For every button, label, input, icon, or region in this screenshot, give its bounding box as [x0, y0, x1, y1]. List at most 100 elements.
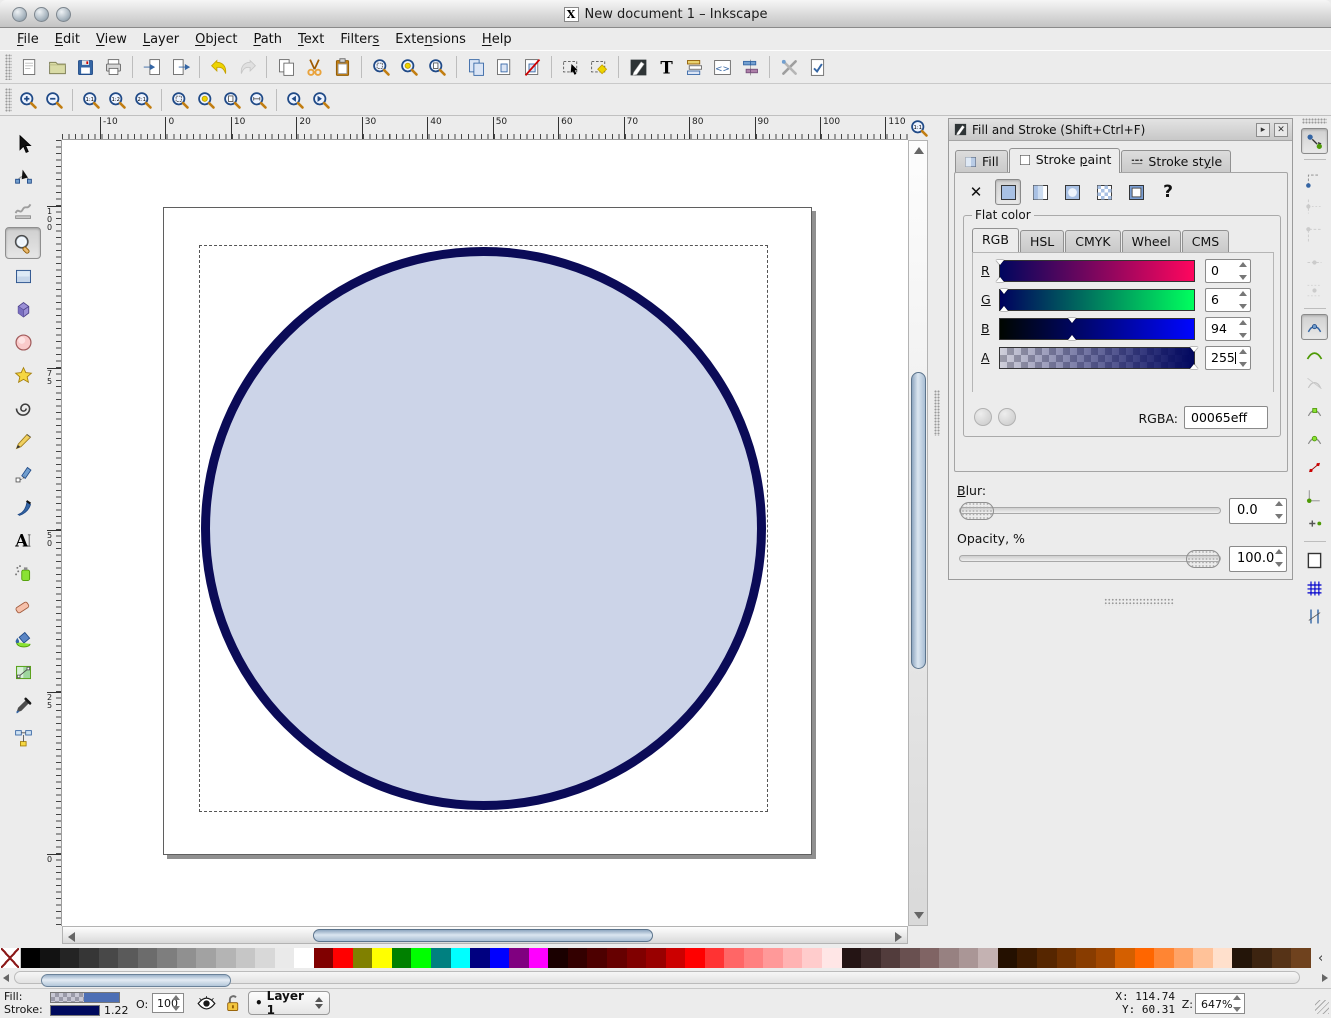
- palette-swatch[interactable]: [783, 948, 803, 968]
- palette-swatch[interactable]: [685, 948, 705, 968]
- palette-swatch[interactable]: [822, 948, 842, 968]
- palette-swatch-none[interactable]: [0, 948, 21, 968]
- palette-swatch[interactable]: [842, 948, 862, 968]
- snap-bbox-edges-button[interactable]: [1301, 193, 1328, 219]
- node-tool-button[interactable]: [5, 161, 41, 193]
- snap-guides-button[interactable]: [1301, 603, 1328, 629]
- snap-page-border-button[interactable]: [1301, 547, 1328, 573]
- palette-swatch[interactable]: [1213, 948, 1233, 968]
- palette-swatch[interactable]: [666, 948, 686, 968]
- snapbar-grip[interactable]: [1302, 118, 1327, 124]
- palette-swatch[interactable]: [1174, 948, 1194, 968]
- opacity-spinbox[interactable]: 100.0: [1229, 546, 1287, 572]
- menu-filters[interactable]: Filters: [333, 30, 386, 49]
- menu-extensions[interactable]: Extensions: [388, 30, 473, 49]
- deselect-button[interactable]: [585, 53, 613, 81]
- snap-others-button[interactable]: [1301, 510, 1328, 536]
- object-opacity-spinbox[interactable]: 100: [152, 993, 184, 1013]
- snap-bounding-box-button[interactable]: [1301, 165, 1328, 191]
- palette-scrollbar[interactable]: [0, 968, 1331, 988]
- blur-slider[interactable]: [959, 507, 1221, 514]
- palette-swatch[interactable]: [1232, 948, 1252, 968]
- unlink-clone-button[interactable]: [518, 53, 546, 81]
- palette-scroll-track[interactable]: [14, 971, 1300, 984]
- snap-smooth-nodes-button[interactable]: [1301, 426, 1328, 452]
- palette-swatch[interactable]: [724, 948, 744, 968]
- zoom-2-1-button[interactable]: 2:1: [130, 87, 156, 113]
- rgba-input[interactable]: 00065eff: [1184, 406, 1268, 429]
- scroll-right-arrow[interactable]: [895, 932, 902, 942]
- palette-swatch[interactable]: [177, 948, 197, 968]
- zoom-drawing-button[interactable]: [193, 87, 219, 113]
- snap-to-paths-button[interactable]: [1301, 342, 1328, 368]
- palette-swatch[interactable]: [196, 948, 216, 968]
- r-spinbox[interactable]: 0: [1205, 259, 1251, 283]
- palette-swatch[interactable]: [118, 948, 138, 968]
- unknown-paint-button[interactable]: ?: [1155, 179, 1181, 205]
- menu-file[interactable]: File: [10, 30, 46, 49]
- opacity-slider-handle[interactable]: [1186, 550, 1220, 568]
- panel-close-button[interactable]: ✕: [1274, 123, 1288, 137]
- palette-swatch[interactable]: [627, 948, 647, 968]
- zoom-tool-button[interactable]: [5, 227, 41, 259]
- palette-swatch[interactable]: [392, 948, 412, 968]
- palette-swatch[interactable]: [275, 948, 295, 968]
- palette-swatch[interactable]: [1193, 948, 1213, 968]
- flat-color-button[interactable]: [995, 179, 1021, 205]
- fill-indicator[interactable]: [50, 992, 120, 1003]
- tab-stroke-paint[interactable]: Stroke paint: [1009, 148, 1121, 173]
- a-slider[interactable]: [999, 347, 1195, 369]
- snap-path-intersections-button[interactable]: [1301, 370, 1328, 396]
- palette-scroll-left-arrow[interactable]: [3, 974, 9, 982]
- select-all-button[interactable]: [557, 53, 585, 81]
- dock-splitter[interactable]: [928, 116, 944, 948]
- zoom-out-button[interactable]: [41, 87, 67, 113]
- palette-swatch[interactable]: [646, 948, 666, 968]
- zoom-1-1-button[interactable]: 1:1: [78, 87, 104, 113]
- zoom-to-fit-page-button[interactable]: [423, 53, 451, 81]
- palette-swatch[interactable]: [587, 948, 607, 968]
- palette-swatch[interactable]: [294, 948, 314, 968]
- zoom-page-button[interactable]: [219, 87, 245, 113]
- canvas-viewport[interactable]: [62, 140, 908, 926]
- import-bitmap-button[interactable]: [138, 53, 166, 81]
- scroll-up-arrow[interactable]: [914, 147, 924, 154]
- pattern-button[interactable]: [1091, 179, 1117, 205]
- panel-resize-grip[interactable]: [1104, 598, 1174, 606]
- menu-object[interactable]: Object: [188, 30, 244, 49]
- menu-layer[interactable]: Layer: [136, 30, 186, 49]
- g-slider[interactable]: [999, 289, 1195, 311]
- quick-zoom-button[interactable]: 1:1: [908, 116, 930, 140]
- bezier-tool-button[interactable]: [5, 458, 41, 490]
- palette-swatch[interactable]: [1057, 948, 1077, 968]
- zoom-in-button[interactable]: [15, 87, 41, 113]
- snap-nodes-paths-button[interactable]: [1301, 314, 1328, 340]
- palette-swatch[interactable]: [900, 948, 920, 968]
- palette-swatch[interactable]: [705, 948, 725, 968]
- palette-swatch[interactable]: [1115, 948, 1135, 968]
- color-tab-rgb[interactable]: RGB: [972, 228, 1019, 252]
- palette-swatch[interactable]: [568, 948, 588, 968]
- tab-stroke-style[interactable]: Stroke style: [1121, 150, 1231, 173]
- palette-swatch[interactable]: [607, 948, 627, 968]
- undo-button[interactable]: [205, 53, 233, 81]
- cut-button[interactable]: [300, 53, 328, 81]
- copy-button[interactable]: [272, 53, 300, 81]
- palette-swatch[interactable]: [1291, 948, 1311, 968]
- layer-visibility-icon[interactable]: [196, 993, 217, 1014]
- horizontal-scroll-thumb[interactable]: [313, 929, 653, 942]
- menu-edit[interactable]: Edit: [48, 30, 87, 49]
- spray-tool-button[interactable]: [5, 557, 41, 589]
- zoom-next-button[interactable]: [308, 87, 334, 113]
- snap-bbox-corners-button[interactable]: [1301, 221, 1328, 247]
- vertical-ruler[interactable]: 1007550250: [46, 140, 62, 926]
- palette-swatch[interactable]: [1017, 948, 1037, 968]
- a-spinbox[interactable]: 255: [1205, 346, 1251, 370]
- palette-swatch[interactable]: [978, 948, 998, 968]
- open-document-button[interactable]: [43, 53, 71, 81]
- document-properties-button[interactable]: [803, 53, 831, 81]
- horizontal-scrollbar[interactable]: [62, 926, 908, 944]
- palette-swatch[interactable]: [216, 948, 236, 968]
- palette-swatch[interactable]: [1076, 948, 1096, 968]
- palette-swatch[interactable]: [21, 948, 41, 968]
